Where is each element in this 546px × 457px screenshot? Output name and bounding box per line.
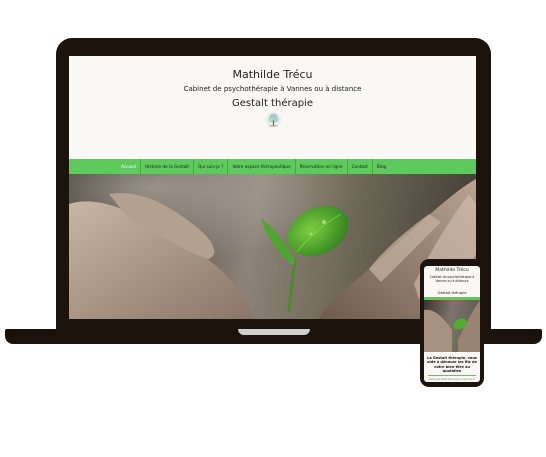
phone-sprout-illustration <box>424 300 480 352</box>
site-subtitle: Cabinet de psychothérapie à Vannes ou à … <box>183 85 362 93</box>
site-header: Mathilde Trécu Cabinet de psychothérapie… <box>69 56 476 159</box>
phone-site-brand: Gestalt thérapie <box>437 291 467 295</box>
nav-item-qui-suis-je[interactable]: Qui suis-je ? <box>194 159 229 174</box>
tree-logo-icon[interactable] <box>265 112 282 129</box>
nav-item-histoire[interactable]: Histoire de la Gestalt <box>141 159 194 174</box>
nav-item-reservation[interactable]: Réservation en ligne <box>296 159 348 174</box>
hero-image <box>69 174 476 319</box>
nav-item-espace-therapeutique[interactable]: Votre espace thérapeutique <box>228 159 296 174</box>
nav-item-blog[interactable]: Blog <box>373 159 390 174</box>
laptop-notch <box>238 329 310 335</box>
nav-item-contact[interactable]: Contact <box>348 159 373 174</box>
phone-hero-caption: La Gestalt thérapie, vous aide à dénouer… <box>427 356 477 374</box>
phone-screen: Mathilde Trécu Cabinet de psychothérapie… <box>424 266 480 382</box>
main-navigation: Accueil Histoire de la Gestalt Qui suis-… <box>69 159 476 174</box>
phone-site-subtitle: Cabinet de psychothérapie à Vannes ou à … <box>429 275 475 284</box>
nav-item-accueil[interactable]: Accueil <box>117 159 141 174</box>
site-brand: Gestalt thérapie <box>232 98 313 109</box>
hands-sprout-illustration <box>69 174 476 319</box>
phone-hero-image <box>424 300 480 352</box>
laptop-screen: Mathilde Trécu Cabinet de psychothérapie… <box>69 56 476 319</box>
phone-site-title[interactable]: Mathilde Trécu <box>424 268 480 273</box>
site-title[interactable]: Mathilde Trécu <box>69 68 476 81</box>
phone-url-bar[interactable]: www.gestalt-therapie-vannes.fr <box>428 375 476 381</box>
